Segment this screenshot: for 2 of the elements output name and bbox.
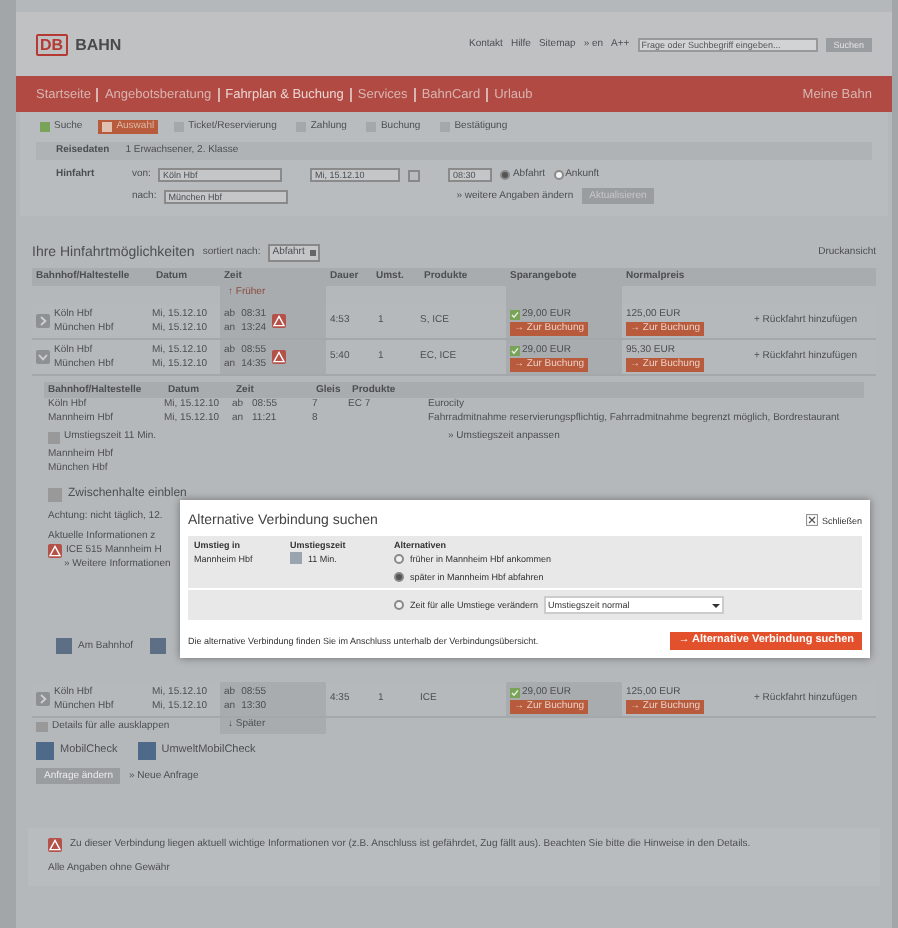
logo-text: BAHN xyxy=(75,35,122,53)
logo-mark[interactable]: DB xyxy=(36,33,68,55)
